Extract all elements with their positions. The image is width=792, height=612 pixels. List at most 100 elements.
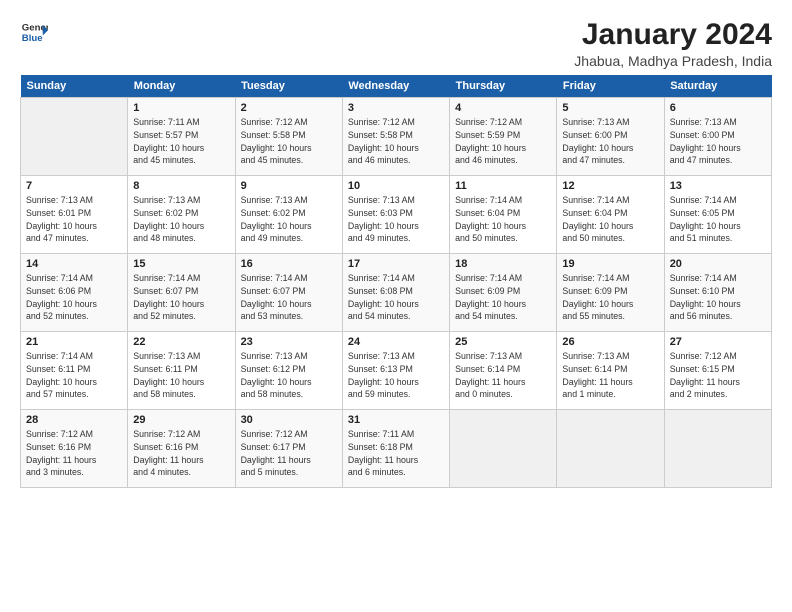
- calendar-table: SundayMondayTuesdayWednesdayThursdayFrid…: [20, 75, 772, 488]
- calendar-day-cell: 5 Sunrise: 7:13 AM Sunset: 6:00 PM Daylig…: [557, 98, 664, 176]
- day-info: Sunrise: 7:13 AM Sunset: 6:11 PM Dayligh…: [133, 350, 229, 401]
- calendar-week-row: 14Sunrise: 7:14 AM Sunset: 6:06 PM Dayli…: [21, 254, 772, 332]
- day-number: 13: [670, 180, 766, 192]
- calendar-day-cell: 27 Sunrise: 7:12 AM Sunset: 6:15 PM Dayli…: [664, 332, 771, 410]
- calendar-day-cell: 31 Sunrise: 7:11 AM Sunset: 6:18 PM Dayli…: [342, 410, 449, 488]
- day-info: Sunrise: 7:12 AM Sunset: 6:16 PM Dayligh…: [133, 428, 229, 479]
- calendar-day-cell: 18 Sunrise: 7:14 AM Sunset: 6:09 PM Dayli…: [450, 254, 557, 332]
- day-info: Sunrise: 7:13 AM Sunset: 6:00 PM Dayligh…: [670, 116, 766, 167]
- day-number: 5: [562, 102, 658, 114]
- day-info: Sunrise: 7:11 AM Sunset: 6:18 PM Dayligh…: [348, 428, 444, 479]
- calendar-day-cell: 7Sunrise: 7:13 AM Sunset: 6:01 PM Daylig…: [21, 176, 128, 254]
- calendar-day-cell: 24Sunrise: 7:13 AM Sunset: 6:13 PM Dayli…: [342, 332, 449, 410]
- day-info: Sunrise: 7:14 AM Sunset: 6:04 PM Dayligh…: [562, 194, 658, 245]
- day-info: Sunrise: 7:13 AM Sunset: 6:13 PM Dayligh…: [348, 350, 444, 401]
- day-number: 17: [348, 258, 444, 270]
- day-number: 1: [133, 102, 229, 114]
- day-info: Sunrise: 7:13 AM Sunset: 6:02 PM Dayligh…: [241, 194, 337, 245]
- calendar-day-cell: 19Sunrise: 7:14 AM Sunset: 6:09 PM Dayli…: [557, 254, 664, 332]
- calendar-day-cell: 4 Sunrise: 7:12 AM Sunset: 5:59 PM Daylig…: [450, 98, 557, 176]
- svg-text:Blue: Blue: [22, 33, 43, 44]
- logo-icon: General Blue: [20, 18, 48, 46]
- day-number: 12: [562, 180, 658, 192]
- day-number: 27: [670, 336, 766, 348]
- day-number: 9: [241, 180, 337, 192]
- day-info: Sunrise: 7:13 AM Sunset: 6:00 PM Dayligh…: [562, 116, 658, 167]
- calendar-week-row: 28 Sunrise: 7:12 AM Sunset: 6:16 PM Dayli…: [21, 410, 772, 488]
- calendar-day-cell: 9 Sunrise: 7:13 AM Sunset: 6:02 PM Daylig…: [235, 176, 342, 254]
- day-info: Sunrise: 7:14 AM Sunset: 6:08 PM Dayligh…: [348, 272, 444, 323]
- day-info: Sunrise: 7:13 AM Sunset: 6:03 PM Dayligh…: [348, 194, 444, 245]
- calendar-subtitle: Jhabua, Madhya Pradesh, India: [574, 53, 772, 69]
- title-block: January 2024 Jhabua, Madhya Pradesh, Ind…: [574, 18, 772, 69]
- day-info: Sunrise: 7:13 AM Sunset: 6:02 PM Dayligh…: [133, 194, 229, 245]
- calendar-day-cell: 6Sunrise: 7:13 AM Sunset: 6:00 PM Daylig…: [664, 98, 771, 176]
- day-number: 4: [455, 102, 551, 114]
- calendar-day-cell: 8 Sunrise: 7:13 AM Sunset: 6:02 PM Daylig…: [128, 176, 235, 254]
- calendar-day-cell: 21 Sunrise: 7:14 AM Sunset: 6:11 PM Dayli…: [21, 332, 128, 410]
- calendar-day-cell: 10 Sunrise: 7:13 AM Sunset: 6:03 PM Dayli…: [342, 176, 449, 254]
- calendar-week-row: 21 Sunrise: 7:14 AM Sunset: 6:11 PM Dayli…: [21, 332, 772, 410]
- day-number: 29: [133, 414, 229, 426]
- page-header: General Blue January 2024 Jhabua, Madhya…: [20, 18, 772, 69]
- day-info: Sunrise: 7:12 AM Sunset: 5:58 PM Dayligh…: [348, 116, 444, 167]
- day-of-week-header: Wednesday: [342, 75, 449, 98]
- calendar-day-cell: 11 Sunrise: 7:14 AM Sunset: 6:04 PM Dayli…: [450, 176, 557, 254]
- day-number: 15: [133, 258, 229, 270]
- day-info: Sunrise: 7:12 AM Sunset: 6:15 PM Dayligh…: [670, 350, 766, 401]
- calendar-day-cell: 2 Sunrise: 7:12 AM Sunset: 5:58 PM Daylig…: [235, 98, 342, 176]
- calendar-day-cell: 17 Sunrise: 7:14 AM Sunset: 6:08 PM Dayli…: [342, 254, 449, 332]
- calendar-day-cell: 30 Sunrise: 7:12 AM Sunset: 6:17 PM Dayli…: [235, 410, 342, 488]
- calendar-day-cell: 15 Sunrise: 7:14 AM Sunset: 6:07 PM Dayli…: [128, 254, 235, 332]
- calendar-day-cell: [664, 410, 771, 488]
- day-of-week-header: Monday: [128, 75, 235, 98]
- day-info: Sunrise: 7:14 AM Sunset: 6:07 PM Dayligh…: [133, 272, 229, 323]
- day-number: 22: [133, 336, 229, 348]
- calendar-day-cell: [450, 410, 557, 488]
- day-info: Sunrise: 7:12 AM Sunset: 5:59 PM Dayligh…: [455, 116, 551, 167]
- day-info: Sunrise: 7:12 AM Sunset: 6:17 PM Dayligh…: [241, 428, 337, 479]
- day-of-week-header: Tuesday: [235, 75, 342, 98]
- calendar-day-cell: 26Sunrise: 7:13 AM Sunset: 6:14 PM Dayli…: [557, 332, 664, 410]
- day-number: 10: [348, 180, 444, 192]
- day-info: Sunrise: 7:14 AM Sunset: 6:11 PM Dayligh…: [26, 350, 122, 401]
- day-info: Sunrise: 7:14 AM Sunset: 6:10 PM Dayligh…: [670, 272, 766, 323]
- calendar-day-cell: [21, 98, 128, 176]
- day-number: 23: [241, 336, 337, 348]
- calendar-day-cell: 3 Sunrise: 7:12 AM Sunset: 5:58 PM Daylig…: [342, 98, 449, 176]
- day-info: Sunrise: 7:14 AM Sunset: 6:09 PM Dayligh…: [455, 272, 551, 323]
- day-number: 19: [562, 258, 658, 270]
- day-number: 31: [348, 414, 444, 426]
- calendar-day-cell: [557, 410, 664, 488]
- day-number: 30: [241, 414, 337, 426]
- calendar-day-cell: 1 Sunrise: 7:11 AM Sunset: 5:57 PM Daylig…: [128, 98, 235, 176]
- day-number: 2: [241, 102, 337, 114]
- day-info: Sunrise: 7:14 AM Sunset: 6:04 PM Dayligh…: [455, 194, 551, 245]
- day-number: 28: [26, 414, 122, 426]
- calendar-week-row: 7Sunrise: 7:13 AM Sunset: 6:01 PM Daylig…: [21, 176, 772, 254]
- calendar-day-cell: 14Sunrise: 7:14 AM Sunset: 6:06 PM Dayli…: [21, 254, 128, 332]
- day-number: 16: [241, 258, 337, 270]
- calendar-day-cell: 22 Sunrise: 7:13 AM Sunset: 6:11 PM Dayli…: [128, 332, 235, 410]
- day-number: 25: [455, 336, 551, 348]
- day-info: Sunrise: 7:13 AM Sunset: 6:12 PM Dayligh…: [241, 350, 337, 401]
- day-number: 11: [455, 180, 551, 192]
- day-number: 3: [348, 102, 444, 114]
- day-number: 20: [670, 258, 766, 270]
- logo: General Blue: [20, 18, 48, 46]
- day-number: 21: [26, 336, 122, 348]
- calendar-day-cell: 13Sunrise: 7:14 AM Sunset: 6:05 PM Dayli…: [664, 176, 771, 254]
- day-number: 18: [455, 258, 551, 270]
- day-header-row: SundayMondayTuesdayWednesdayThursdayFrid…: [21, 75, 772, 98]
- calendar-day-cell: 25Sunrise: 7:13 AM Sunset: 6:14 PM Dayli…: [450, 332, 557, 410]
- day-of-week-header: Thursday: [450, 75, 557, 98]
- day-info: Sunrise: 7:11 AM Sunset: 5:57 PM Dayligh…: [133, 116, 229, 167]
- calendar-day-cell: 29 Sunrise: 7:12 AM Sunset: 6:16 PM Dayli…: [128, 410, 235, 488]
- day-info: Sunrise: 7:12 AM Sunset: 5:58 PM Dayligh…: [241, 116, 337, 167]
- calendar-week-row: 1 Sunrise: 7:11 AM Sunset: 5:57 PM Daylig…: [21, 98, 772, 176]
- day-number: 7: [26, 180, 122, 192]
- calendar-day-cell: 28 Sunrise: 7:12 AM Sunset: 6:16 PM Dayli…: [21, 410, 128, 488]
- day-info: Sunrise: 7:12 AM Sunset: 6:16 PM Dayligh…: [26, 428, 122, 479]
- day-number: 8: [133, 180, 229, 192]
- calendar-day-cell: 23 Sunrise: 7:13 AM Sunset: 6:12 PM Dayli…: [235, 332, 342, 410]
